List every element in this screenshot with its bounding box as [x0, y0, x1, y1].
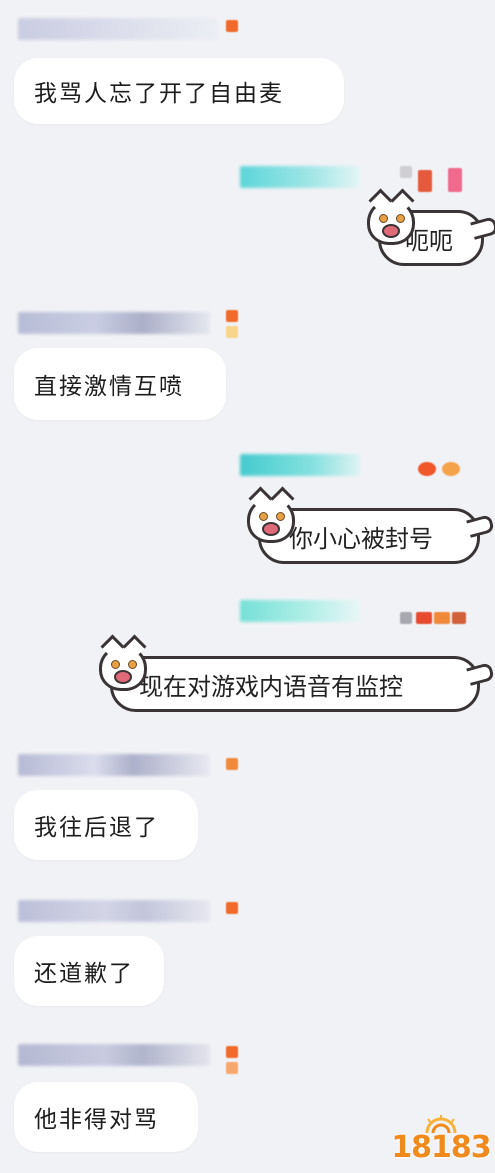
message-text: 现在对游戏内语音有监控: [139, 672, 403, 701]
level-badge: [400, 612, 412, 624]
cat-tail-icon: [470, 216, 495, 240]
level-badge: [418, 170, 432, 192]
level-badge: [226, 758, 238, 770]
level-badge: [442, 462, 460, 476]
message-text: 直接激情互喷: [34, 374, 184, 400]
message-bubble[interactable]: 直接激情互喷: [14, 348, 226, 420]
level-badge: [448, 168, 462, 192]
level-badge: [434, 612, 450, 624]
level-badge: [226, 902, 238, 914]
level-badge: [226, 20, 238, 32]
sender-name-blurred: [18, 754, 210, 776]
message-bubble[interactable]: 我往后退了: [14, 790, 198, 860]
sender-name-blurred: [240, 166, 360, 188]
message-bubble[interactable]: 还道歉了: [14, 936, 164, 1006]
sender-name-blurred: [18, 312, 210, 334]
message-text: 还道歉了: [34, 961, 134, 987]
message-text: 我骂人忘了开了自由麦: [34, 81, 284, 107]
level-badge: [416, 612, 432, 624]
site-logo: 18183: [391, 1115, 492, 1165]
sticker-bubble[interactable]: 你小心被封号: [247, 486, 495, 564]
cat-sticker-icon: [367, 188, 415, 245]
level-badge: [226, 1046, 238, 1058]
sender-name-blurred: [18, 18, 218, 40]
logo-rays-icon: [425, 1115, 457, 1133]
level-badge: [226, 326, 238, 338]
sender-name-blurred: [18, 1044, 210, 1066]
level-badge: [226, 310, 238, 322]
sender-name-blurred: [240, 454, 360, 476]
sender-name-blurred: [240, 600, 360, 622]
message-text: 你小心被封号: [289, 524, 433, 553]
level-badge: [400, 166, 412, 178]
level-badge: [452, 612, 466, 624]
cat-sticker-icon: [99, 634, 147, 691]
cat-tail-icon: [466, 662, 495, 686]
cat-sticker-icon: [247, 486, 295, 543]
logo-text: 18183: [391, 1130, 491, 1165]
level-badge: [418, 462, 436, 476]
sticker-bubble[interactable]: 呃呃: [367, 188, 495, 266]
sticker-bubble[interactable]: 现在对游戏内语音有监控: [99, 634, 495, 712]
cat-tail-icon: [466, 514, 495, 538]
message-text: 他非得对骂: [34, 1107, 159, 1133]
message-text: 我往后退了: [34, 815, 159, 841]
level-badge: [226, 1062, 238, 1074]
sender-name-blurred: [18, 900, 210, 922]
message-bubble[interactable]: 他非得对骂: [14, 1082, 198, 1152]
message-bubble[interactable]: 我骂人忘了开了自由麦: [14, 58, 344, 124]
